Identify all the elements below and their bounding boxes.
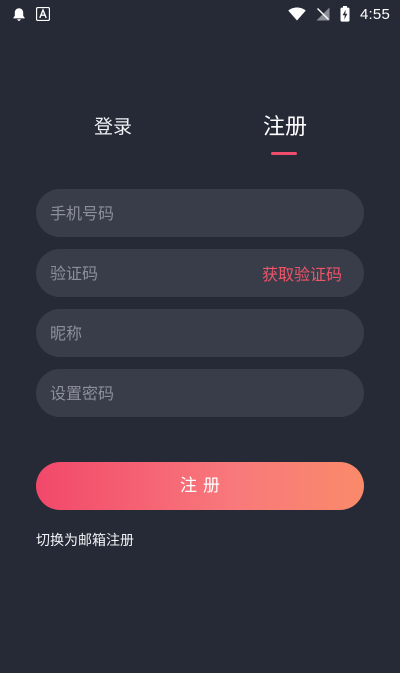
register-button[interactable]: 注册	[36, 462, 364, 510]
battery-charging-icon	[340, 6, 350, 22]
password-field	[36, 369, 364, 417]
verification-code-input[interactable]	[50, 263, 262, 283]
auth-tabs: 登录 注册	[0, 112, 400, 162]
status-bar: 4:55	[0, 0, 400, 28]
get-code-button[interactable]: 获取验证码	[262, 261, 348, 285]
active-tab-indicator	[271, 152, 297, 155]
notification-bell-icon	[12, 7, 26, 22]
nickname-field	[36, 309, 364, 357]
switch-to-email-register-link[interactable]: 切换为邮箱注册	[36, 530, 134, 550]
status-right: 4:55	[288, 6, 390, 23]
tab-login[interactable]: 登录	[91, 112, 135, 142]
wifi-icon	[288, 7, 306, 21]
phone-field	[36, 189, 364, 237]
font-a-icon	[36, 7, 50, 21]
verification-code-field: 获取验证码	[36, 249, 364, 297]
tab-register[interactable]: 注册	[260, 112, 310, 144]
register-screen: 4:55 登录 注册 获取验证码 注册 切换为邮箱注册	[0, 0, 400, 673]
nickname-input[interactable]	[50, 323, 348, 343]
signal-off-icon	[316, 7, 330, 21]
password-input[interactable]	[50, 383, 348, 403]
status-left	[12, 7, 50, 22]
phone-input[interactable]	[50, 203, 348, 223]
status-time: 4:55	[360, 5, 390, 23]
